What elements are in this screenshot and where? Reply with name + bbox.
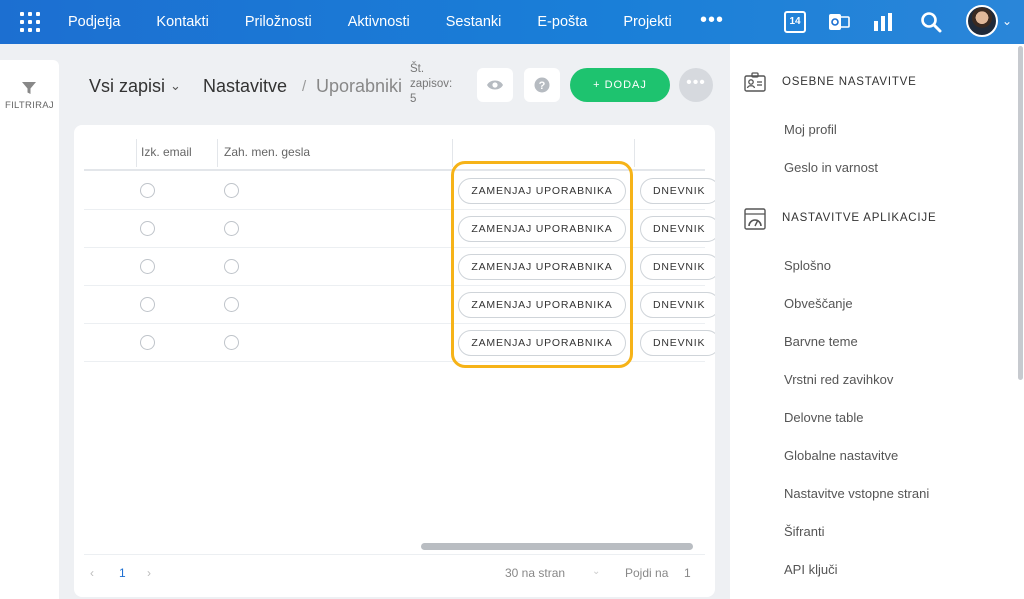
nav-more-menu[interactable]: ••• [700,9,724,32]
settings-link-globalne[interactable]: Globalne nastavitve [784,448,898,463]
table-row[interactable]: ZAMENJAJ UPORABNIKA DNEVNIK [84,248,715,286]
top-navigation-bar: Podjetja Kontakti Priložnosti Aktivnosti… [0,0,1024,44]
zah-men-gesla-radio[interactable] [224,221,239,236]
user-card-icon [744,72,766,92]
more-actions-button[interactable]: ••• [679,68,713,102]
log-button[interactable]: DNEVNIK [640,292,715,318]
horizontal-scrollbar[interactable] [421,543,693,550]
filter-label[interactable]: FILTRIRAJ [5,100,54,111]
record-count-label: zapisov: [410,78,453,90]
nav-item-eposta[interactable]: E-pošta [537,14,587,30]
table-header: Izk. email Zah. men. gesla [84,135,705,171]
log-button[interactable]: DNEVNIK [640,216,715,242]
outlook-icon[interactable] [828,11,850,33]
pager-current-page[interactable]: 1 [119,566,126,580]
table-row[interactable]: ZAMENJAJ UPORABNIKA DNEVNIK [84,286,715,324]
swap-user-button[interactable]: ZAMENJAJ UPORABNIKA [458,330,626,356]
add-button[interactable]: + DODAJ [570,68,670,102]
pager-next-button[interactable]: › [147,566,151,580]
nav-item-podjetja[interactable]: Podjetja [68,14,120,30]
table-row[interactable]: ZAMENJAJ UPORABNIKA DNEVNIK [84,210,715,248]
log-button[interactable]: DNEVNIK [640,330,715,356]
column-divider [634,139,635,167]
svg-text:?: ? [539,80,546,92]
breadcrumb-settings[interactable]: Nastavitve [203,76,287,97]
settings-panel: OSEBNE NASTAVITVE Moj profil Geslo in va… [730,44,1024,599]
nav-item-aktivnosti[interactable]: Aktivnosti [348,14,410,30]
settings-link-obvescanje[interactable]: Obveščanje [784,296,853,311]
view-selector[interactable]: Vsi zapisi [89,76,165,97]
settings-link-sifranti[interactable]: Šifranti [784,524,824,539]
users-table-card: Izk. email Zah. men. gesla ZAMENJAJ UPOR… [74,125,715,597]
pager-prev-button[interactable]: ‹ [90,566,94,580]
filter-sidebar: FILTRIRAJ [0,60,59,599]
vertical-scrollbar[interactable] [1018,46,1023,380]
calendar-icon[interactable]: 14 [784,11,806,33]
settings-link-barvne-teme[interactable]: Barvne teme [784,334,858,349]
chevron-down-icon[interactable]: ⌄ [170,78,181,94]
goto-page-label: Pojdi na [625,566,669,580]
section-title-app: NASTAVITVE APLIKACIJE [782,212,937,224]
log-button[interactable]: DNEVNIK [640,254,715,280]
help-question-icon: ? [534,77,550,93]
column-divider [136,139,137,167]
izk-email-radio[interactable] [140,297,155,312]
settings-link-api-kljuci[interactable]: API ključi [784,562,837,577]
user-avatar[interactable] [966,5,998,37]
chevron-down-icon[interactable]: ⌄ [592,566,600,577]
settings-link-moj-profil[interactable]: Moj profil [784,122,837,137]
log-button[interactable]: DNEVNIK [640,178,715,204]
table-row[interactable]: ZAMENJAJ UPORABNIKA DNEVNIK [84,172,715,210]
izk-email-radio[interactable] [140,335,155,350]
divider [84,554,705,555]
settings-link-delovne-table[interactable]: Delovne table [784,410,864,425]
record-count-value: 5 [410,93,417,105]
help-button[interactable]: ? [524,68,560,102]
column-divider [217,139,218,167]
nav-item-sestanki[interactable]: Sestanki [446,14,502,30]
settings-link-splosno[interactable]: Splošno [784,258,831,273]
nav-item-kontakti[interactable]: Kontakti [156,14,208,30]
breadcrumb-current-page: Uporabniki [316,76,403,96]
eye-icon [487,80,503,90]
chevron-down-icon[interactable]: ⌄ [1002,14,1012,28]
zah-men-gesla-radio[interactable] [224,259,239,274]
zah-men-gesla-radio[interactable] [224,183,239,198]
filter-funnel-icon[interactable] [21,80,37,96]
swap-user-button[interactable]: ZAMENJAJ UPORABNIKA [458,216,626,242]
main-nav: Podjetja Kontakti Priložnosti Aktivnosti… [68,0,708,44]
swap-user-button[interactable]: ZAMENJAJ UPORABNIKA [458,292,626,318]
nav-item-projekti[interactable]: Projekti [623,14,671,30]
zah-men-gesla-radio[interactable] [224,297,239,312]
search-icon[interactable] [920,11,942,33]
settings-link-geslo[interactable]: Geslo in varnost [784,160,878,175]
settings-link-vstopne-strani[interactable]: Nastavitve vstopne strani [784,486,929,501]
breadcrumb-separator: / [302,78,307,95]
record-count: Št. zapisov: 5 [410,62,452,107]
preview-button[interactable] [477,68,513,102]
swap-user-button[interactable]: ZAMENJAJ UPORABNIKA [458,178,626,204]
nav-item-priloznosti[interactable]: Priložnosti [245,14,312,30]
section-title-personal: OSEBNE NASTAVITVE [782,76,917,88]
column-header-izk-email[interactable]: Izk. email [141,145,192,159]
app-settings-gauge-icon [744,208,766,230]
apps-grid-icon[interactable] [20,12,40,32]
goto-page-input[interactable]: 1 [684,566,691,580]
izk-email-radio[interactable] [140,221,155,236]
izk-email-radio[interactable] [140,259,155,274]
table-row[interactable]: ZAMENJAJ UPORABNIKA DNEVNIK [84,324,715,362]
zah-men-gesla-radio[interactable] [224,335,239,350]
swap-user-button[interactable]: ZAMENJAJ UPORABNIKA [458,254,626,280]
column-divider [452,139,453,167]
column-header-zah-men-gesla[interactable]: Zah. men. gesla [224,145,310,159]
reports-bar-chart-icon[interactable] [872,11,894,33]
record-count-label: Št. [410,63,425,75]
izk-email-radio[interactable] [140,183,155,198]
per-page-select[interactable]: 30 na stran [505,566,565,580]
settings-link-vrstni-red[interactable]: Vrstni red zavihkov [784,372,893,387]
